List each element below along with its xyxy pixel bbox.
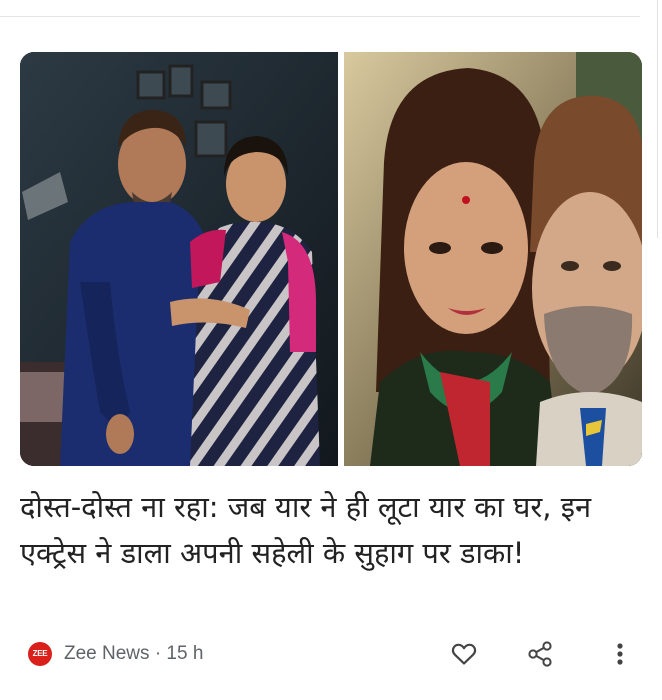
article-photo-collage: [20, 52, 642, 466]
meta-separator: ·: [154, 643, 162, 664]
scrollbar[interactable]: [657, 0, 658, 238]
heart-outline-icon: [451, 643, 477, 665]
like-button[interactable]: [446, 636, 482, 672]
top-divider: [0, 16, 640, 17]
more-options-button[interactable]: [602, 636, 638, 672]
article-image[interactable]: [20, 52, 642, 466]
article-age: 15 h: [166, 643, 204, 664]
article-headline[interactable]: दोस्त-दोस्त ना रहा: जब यार ने ही लूटा या…: [20, 484, 630, 576]
source-name: Zee News: [64, 643, 150, 664]
share-button[interactable]: [522, 636, 558, 672]
more-vert-icon: [617, 643, 623, 665]
source-logo: ZEE: [28, 642, 52, 666]
share-icon: [528, 641, 552, 667]
article-meta-row: ZEE Zee News · 15 h: [20, 634, 642, 670]
source-attribution[interactable]: Zee News · 15 h: [64, 641, 203, 667]
